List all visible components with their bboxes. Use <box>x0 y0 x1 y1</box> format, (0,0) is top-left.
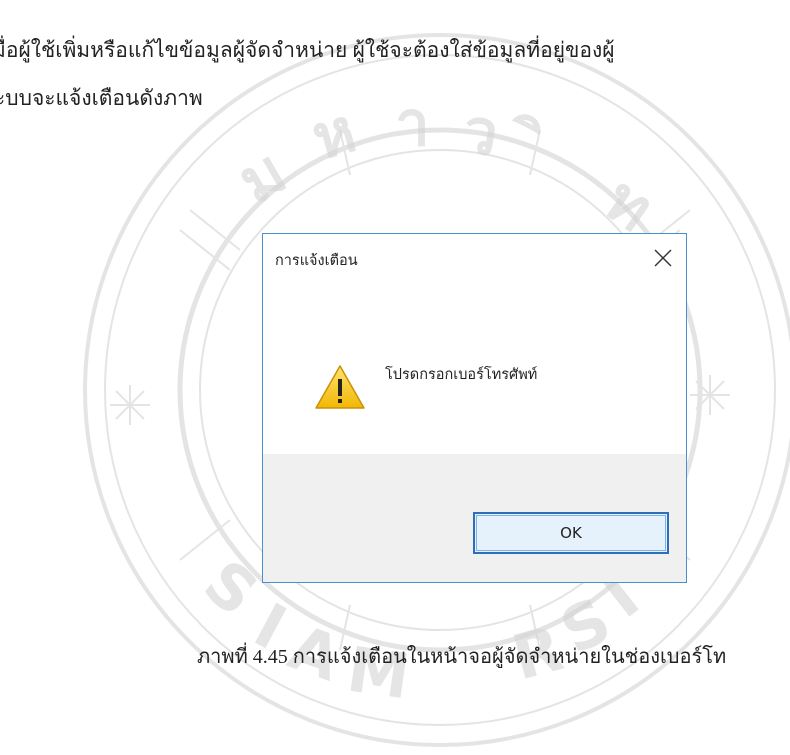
dialog-footer: OK <box>263 454 686 582</box>
svg-text:S: S <box>190 546 271 631</box>
warning-dialog: การแจ้งเตือน โปรดกรอกเบอร์โทรศัพท์ OK <box>262 233 687 583</box>
figure-caption: ภาพที่ 4.45 การแจ้งเตือนในหน้าจอผู้จัดจำ… <box>197 646 727 668</box>
dialog-close-button[interactable] <box>640 234 686 280</box>
svg-text:า: า <box>395 87 430 160</box>
dialog-titlebar: การแจ้งเตือน <box>263 234 686 290</box>
dialog-content: โปรดกรอกเบอร์โทรศัพท์ <box>263 290 686 454</box>
paragraph-line-2: ะบบจะแจ้งเตือนดังภาพ <box>0 86 203 110</box>
dialog-message: โปรดกรอกเบอร์โทรศัพท์ <box>385 367 538 383</box>
paragraph-line-1: มื่อผู้ใช้เพิ่มหรือแก้ไขข้อมูลผู้จัดจำหน… <box>0 38 615 62</box>
ok-button[interactable]: OK <box>473 512 669 554</box>
close-icon <box>654 249 672 267</box>
warning-icon <box>315 365 365 409</box>
document-page: ม ห า ว ิ ท S I A M R S I มื่อผู้ใช้เพิ่… <box>0 0 790 755</box>
dialog-title: การแจ้งเตือน <box>275 253 358 269</box>
svg-text:ว: ว <box>457 93 504 171</box>
